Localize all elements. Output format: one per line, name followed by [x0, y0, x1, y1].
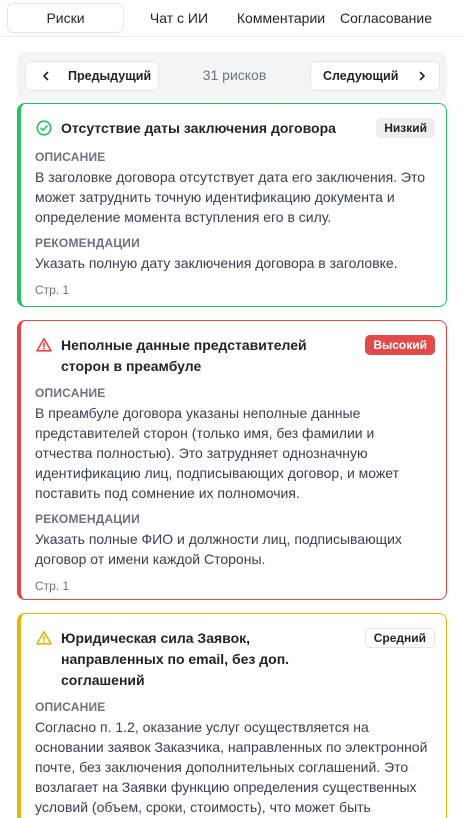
risk-title: Юридическая сила Заявок, направленных по…	[61, 630, 290, 688]
risk-card[interactable]: Отсутствие даты заключения договора Низк…	[17, 103, 447, 307]
check-circle-icon	[35, 119, 53, 137]
risk-card[interactable]: Юридическая сила Заявок, направленных по…	[17, 613, 447, 818]
description-label: ОПИСАНИЕ	[35, 386, 106, 400]
severity-badge: Высокий	[365, 335, 435, 355]
risk-count: 31 рисков	[202, 67, 267, 83]
risk-description: Согласно п. 1.2, оказание услуг осуществ…	[35, 719, 428, 815]
warning-triangle-icon	[35, 629, 53, 647]
tab-ai-chat[interactable]: Чат с ИИ	[133, 4, 225, 32]
severity-badge: Низкий	[376, 118, 435, 138]
description-label: ОПИСАНИЕ	[35, 150, 106, 164]
chevron-left-icon	[38, 68, 54, 84]
risk-pager: Предыдущий 31 рисков Следующий	[17, 52, 447, 100]
tab-comments[interactable]: Комментарии	[229, 4, 333, 32]
risk-title: Отсутствие даты заключения договора	[61, 120, 336, 136]
risk-card-header: Неполные данные представителей сторон в …	[35, 321, 435, 377]
tab-bar: Риски Чат с ИИ Комментарии Согласование	[0, 0, 463, 36]
next-label: Следующий	[323, 69, 399, 83]
page-reference[interactable]: Стр. 1	[35, 283, 434, 297]
risk-description: В преамбуле договора указаны неполные да…	[35, 405, 400, 501]
description-label: ОПИСАНИЕ	[35, 700, 106, 714]
risk-card[interactable]: Неполные данные представителей сторон в …	[17, 320, 447, 600]
risk-description: В заголовке договора отсутствует дата ег…	[35, 169, 426, 225]
next-button[interactable]: Следующий	[310, 61, 440, 91]
previous-label: Предыдущий	[68, 69, 152, 83]
severity-badge: Средний	[364, 628, 435, 648]
risk-recommendation: Указать полную дату заключения договора …	[35, 255, 398, 271]
risk-recommendation: Указать полные ФИО и должности лиц, подп…	[35, 531, 402, 567]
previous-button[interactable]: Предыдущий	[25, 61, 159, 91]
tab-risks[interactable]: Риски	[8, 4, 123, 32]
page-reference[interactable]: Стр. 1	[35, 579, 434, 593]
chevron-right-icon	[414, 68, 430, 84]
risk-card-header: Юридическая сила Заявок, направленных по…	[35, 614, 435, 691]
tab-approval[interactable]: Согласование	[335, 4, 437, 32]
warning-triangle-icon	[35, 336, 53, 354]
recommendations-label: РЕКОМЕНДАЦИИ	[35, 236, 140, 250]
tab-divider	[0, 36, 463, 37]
risk-title: Неполные данные представителей сторон в …	[61, 337, 307, 374]
risk-card-header: Отсутствие даты заключения договора Низк…	[35, 104, 435, 139]
recommendations-label: РЕКОМЕНДАЦИИ	[35, 512, 140, 526]
